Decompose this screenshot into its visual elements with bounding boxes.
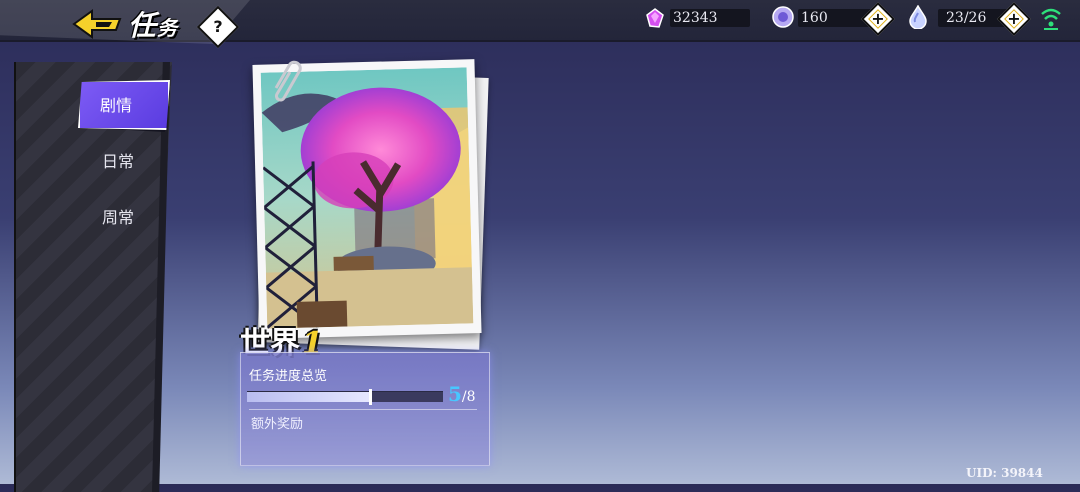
progress-total: /8 [461,389,476,405]
tab-story[interactable]: 剧情 [78,80,170,132]
cherry-tree-scene-image [260,67,474,329]
tab-story-label: 剧情 [100,96,133,115]
world-progress-panel[interactable]: 任务进度总览 5/8 额外奖励 [240,352,490,466]
wifi-signal-icon [1041,8,1061,30]
progress-bar-marker [369,389,372,405]
stamina-value: 23/26 [946,10,987,26]
page-title-main: 任 [128,9,158,42]
progress-current: 5 [448,382,462,406]
progress-overview-label: 任务进度总览 [249,369,328,384]
paperclip-icon [274,60,302,102]
back-arrow-icon[interactable] [72,8,124,40]
coin-value: 160 [801,10,828,26]
extra-reward-label: 额外奖励 [251,417,304,432]
add-stamina-label: + [1007,9,1021,28]
tab-daily[interactable]: 日常 [90,140,180,176]
progress-count: 5/8 [448,382,476,406]
crystal-counter: 32343 [670,7,750,29]
crystal-icon [646,8,664,28]
progress-bar [247,389,443,405]
coin-icon [772,6,794,28]
page-title: 任务 [128,4,178,44]
add-coin-label: + [871,9,885,28]
panel-divider [249,409,477,410]
tab-weekly-label: 周常 [102,208,135,227]
progress-bar-fill [247,392,370,402]
tab-daily-label: 日常 [102,152,135,171]
droplet-icon [909,5,927,29]
crystal-value: 32343 [673,10,718,26]
help-button-label: ? [213,17,223,36]
tab-weekly[interactable]: 周常 [90,196,180,232]
page-title-rest: 务 [157,16,179,40]
uid-label: UID: 39844 [966,466,1043,480]
